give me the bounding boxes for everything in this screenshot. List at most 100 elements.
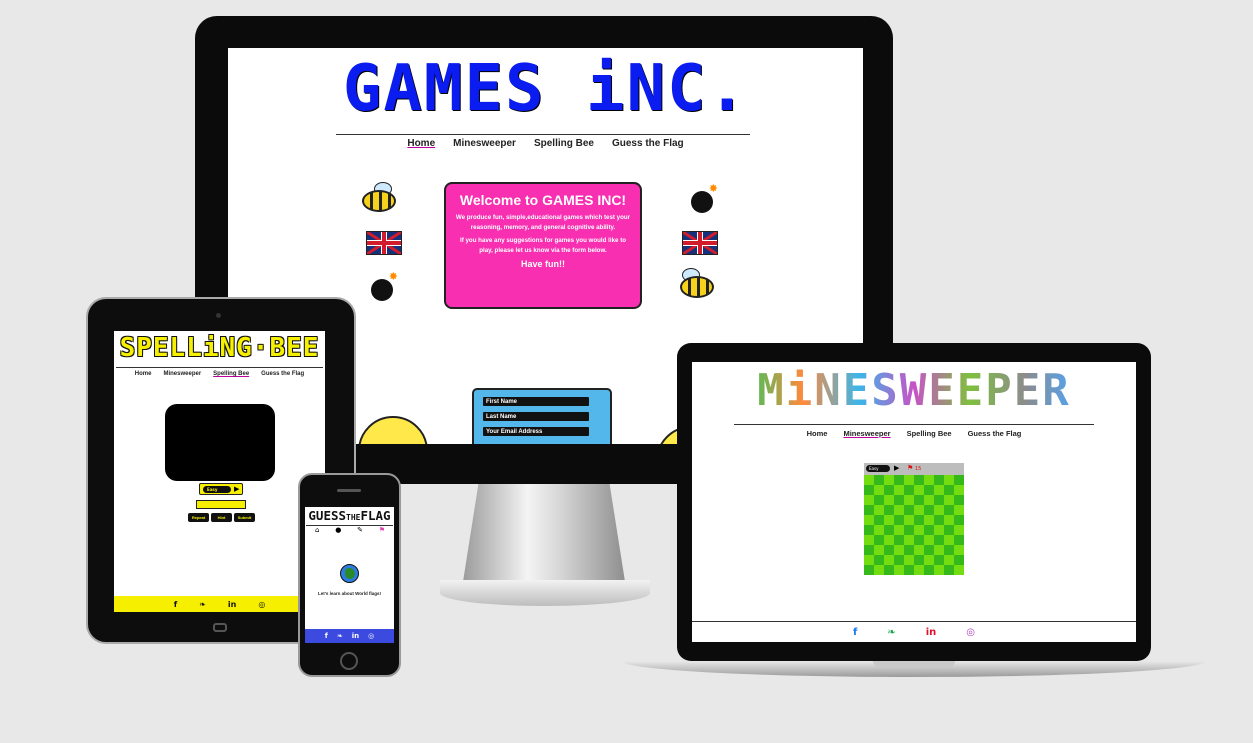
board-cell[interactable] xyxy=(874,505,884,515)
board-cell[interactable] xyxy=(944,495,954,505)
board-cell[interactable] xyxy=(944,485,954,495)
nav-minesweeper[interactable]: Minesweeper xyxy=(163,371,201,377)
board-cell[interactable] xyxy=(944,475,954,485)
board-cell[interactable] xyxy=(924,525,934,535)
board-cell[interactable] xyxy=(864,475,874,485)
home-icon[interactable]: ⌂ xyxy=(315,526,319,534)
board-cell[interactable] xyxy=(884,485,894,495)
board-cell[interactable] xyxy=(894,515,904,525)
board-cell[interactable] xyxy=(934,475,944,485)
games-inc-logo[interactable]: GAMES iNC. xyxy=(228,54,863,124)
board-cell[interactable] xyxy=(904,495,914,505)
board-cell[interactable] xyxy=(874,545,884,555)
board-cell[interactable] xyxy=(874,525,884,535)
board-cell[interactable] xyxy=(874,565,884,575)
board-cell[interactable] xyxy=(894,545,904,555)
facebook-icon[interactable]: f xyxy=(853,627,857,638)
instagram-icon[interactable]: ◎ xyxy=(966,627,975,638)
bomb-icon[interactable]: ● xyxy=(335,526,341,534)
spelling-bee-logo[interactable]: SPELLiNG·BEE xyxy=(114,331,325,365)
board-cell[interactable] xyxy=(904,545,914,555)
difficulty-select[interactable]: Easy ▶ xyxy=(199,483,243,495)
board-cell[interactable] xyxy=(884,545,894,555)
board-cell[interactable] xyxy=(924,495,934,505)
board-cell[interactable] xyxy=(864,555,874,565)
board-cell[interactable] xyxy=(894,485,904,495)
board-cell[interactable] xyxy=(954,505,964,515)
board-cell[interactable] xyxy=(934,515,944,525)
nav-home[interactable]: Home xyxy=(407,138,435,149)
board-cell[interactable] xyxy=(884,505,894,515)
uk-flag-icon[interactable] xyxy=(682,231,718,255)
nav-spelling-bee[interactable]: Spelling Bee xyxy=(534,138,594,149)
submit-button[interactable]: Submit xyxy=(234,513,255,522)
board-cell[interactable] xyxy=(864,495,874,505)
board-cell[interactable] xyxy=(924,475,934,485)
minesweeper-logo[interactable]: MiNESWEEPER xyxy=(692,362,1136,420)
nav-guess-the-flag[interactable]: Guess the Flag xyxy=(612,138,684,149)
board-cell[interactable] xyxy=(944,505,954,515)
bee-icon[interactable] xyxy=(360,182,400,214)
board-cell[interactable] xyxy=(874,515,884,525)
board-cell[interactable] xyxy=(924,515,934,525)
board-cell[interactable] xyxy=(954,515,964,525)
board-cell[interactable] xyxy=(914,565,924,575)
nav-home[interactable]: Home xyxy=(807,429,828,438)
board-cell[interactable] xyxy=(894,505,904,515)
board-cell[interactable] xyxy=(904,515,914,525)
board-cell[interactable] xyxy=(914,525,924,535)
board-cell[interactable] xyxy=(874,535,884,545)
board-cell[interactable] xyxy=(874,555,884,565)
first-name-field[interactable]: First Name xyxy=(482,396,590,407)
board-cell[interactable] xyxy=(914,505,924,515)
twitter-icon[interactable]: ❧ xyxy=(337,632,343,640)
board-cell[interactable] xyxy=(924,485,934,495)
board-cell[interactable] xyxy=(944,545,954,555)
board-cell[interactable] xyxy=(864,515,874,525)
nav-minesweeper[interactable]: Minesweeper xyxy=(453,138,516,149)
nav-home[interactable]: Home xyxy=(135,371,152,377)
board-cell[interactable] xyxy=(904,535,914,545)
board-cell[interactable] xyxy=(954,475,964,485)
nav-guess-the-flag[interactable]: Guess the Flag xyxy=(261,371,304,377)
board-cell[interactable] xyxy=(904,525,914,535)
play-icon[interactable]: ▶ xyxy=(894,464,899,473)
bee-icon[interactable]: ✎ xyxy=(357,526,363,534)
board-cell[interactable] xyxy=(914,535,924,545)
board-cell[interactable] xyxy=(934,495,944,505)
board-cell[interactable] xyxy=(904,555,914,565)
linkedin-icon[interactable]: in xyxy=(352,632,359,640)
board-cell[interactable] xyxy=(954,485,964,495)
uk-flag-icon[interactable] xyxy=(366,231,402,255)
linkedin-icon[interactable]: in xyxy=(228,600,236,609)
board-cell[interactable] xyxy=(894,565,904,575)
board-cell[interactable] xyxy=(874,495,884,505)
answer-input[interactable] xyxy=(196,500,246,509)
board-cell[interactable] xyxy=(924,565,934,575)
twitter-icon[interactable]: ❧ xyxy=(887,627,895,638)
board-cell[interactable] xyxy=(954,525,964,535)
board-cell[interactable] xyxy=(924,535,934,545)
board-cell[interactable] xyxy=(884,525,894,535)
board-cell[interactable] xyxy=(914,485,924,495)
globe-icon[interactable] xyxy=(340,564,359,583)
board-cell[interactable] xyxy=(864,565,874,575)
board-cell[interactable] xyxy=(894,475,904,485)
board-cell[interactable] xyxy=(934,535,944,545)
board-cell[interactable] xyxy=(934,545,944,555)
twitter-icon[interactable]: ❧ xyxy=(199,600,206,609)
board-cell[interactable] xyxy=(934,555,944,565)
board-cell[interactable] xyxy=(954,555,964,565)
board-cell[interactable] xyxy=(944,555,954,565)
board-cell[interactable] xyxy=(954,545,964,555)
facebook-icon[interactable]: f xyxy=(325,632,328,640)
board-cell[interactable] xyxy=(894,495,904,505)
email-field[interactable]: Your Email Address xyxy=(482,426,590,437)
instagram-icon[interactable]: ◎ xyxy=(258,600,265,609)
difficulty-select[interactable]: Easy xyxy=(866,465,890,472)
nav-spelling-bee[interactable]: Spelling Bee xyxy=(907,429,952,438)
board-cell[interactable] xyxy=(914,555,924,565)
board-cell[interactable] xyxy=(904,505,914,515)
flag-icon[interactable]: ⚑ xyxy=(379,526,385,534)
board-cell[interactable] xyxy=(944,535,954,545)
